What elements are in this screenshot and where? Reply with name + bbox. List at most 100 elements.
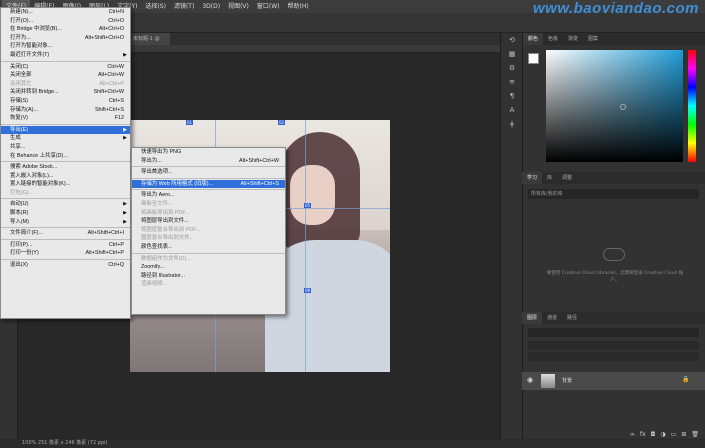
menu-item[interactable]: 关闭并转到 Bridge... Shift+Ctrl+W (1, 88, 130, 97)
menubar-item[interactable]: 3D(D) (198, 0, 224, 13)
link-layers-icon[interactable]: ∞ (630, 431, 635, 438)
menu-item[interactable]: 恢复(V) F12 (1, 114, 130, 123)
visibility-eye-icon[interactable]: ◉ (527, 376, 533, 384)
menu-item-shortcut: Alt+Ctrl+O (98, 26, 124, 33)
menubar-item[interactable]: 视图(V) (224, 0, 253, 13)
menu-item[interactable]: 在 Bridge 中浏览(B)... Alt+Ctrl+O (1, 25, 130, 34)
paragraph-icon[interactable]: ¶ (501, 89, 523, 103)
panel-tab[interactable]: 颜色 (523, 33, 544, 45)
menu-item-shortcut: Ctrl+S (108, 97, 124, 104)
menubar-item[interactable]: 窗口(W) (253, 0, 284, 13)
menu-item[interactable]: 存储为 Web 所用格式 (旧版)... Alt+Shift+Ctrl+S (132, 179, 285, 189)
brush-settings-icon[interactable]: ≋ (501, 75, 523, 89)
menu-item[interactable]: 导出为 Aero... (132, 191, 285, 200)
menu-item[interactable]: 路径到 Illustrator... (132, 272, 285, 281)
menu-item[interactable]: 导出(E) ▶ (1, 125, 130, 135)
menubar-item[interactable]: 帮助(H) (284, 0, 313, 13)
menu-item-label: 将图层复合导出到 PDF... (141, 226, 201, 233)
menu-item[interactable]: 打印一份(Y) Alt+Shift+Ctrl+P (1, 249, 130, 258)
menu-item: 关闭其它 Alt+Ctrl+P (1, 80, 130, 89)
slice-guide-vertical (305, 120, 306, 372)
layer-name: 背景 (562, 378, 573, 384)
menubar-item[interactable]: 选择(S) (141, 0, 170, 13)
menu-item[interactable]: 打印(P)... Ctrl+P (1, 241, 130, 250)
menu-item[interactable]: 生成 ▶ (1, 134, 130, 143)
submenu-arrow-icon: ▶ (123, 201, 127, 208)
panel-tab[interactable]: 通道 (542, 312, 562, 324)
adjustment-icon[interactable]: ◑ (660, 431, 665, 438)
menu-item[interactable]: 置入链接的智能对象(K)... (1, 180, 130, 189)
menu-item[interactable]: 导出为... Alt+Shift+Ctrl+W (132, 157, 285, 166)
menu-item-shortcut: Alt+Shift+Ctrl+O (84, 34, 124, 41)
menu-item[interactable]: 导出首选项... (132, 168, 285, 177)
fx-icon[interactable]: fx (640, 431, 646, 438)
menu-item: 将画板导出到 PDF... (132, 209, 285, 218)
menu-item[interactable]: 搜索 Adobe Stock... (1, 163, 130, 172)
adjust-icon[interactable]: ⚙ (501, 61, 523, 75)
menu-item-label: 导出为 Aero... (141, 192, 175, 199)
menu-item[interactable]: 快速导出为 PNG (132, 148, 285, 157)
libraries-panel-tabs: 学习库调整 (522, 172, 705, 184)
menu-item[interactable]: 新建(N)... Ctrl+N (1, 8, 130, 17)
trash-icon[interactable]: 🗑 (691, 431, 699, 438)
menu-item[interactable]: Zoomify... (132, 263, 285, 272)
mask-icon[interactable]: ◘ (651, 431, 656, 438)
panel-tab[interactable]: 渐变 (563, 33, 583, 45)
character-icon[interactable]: A (501, 103, 523, 117)
panel-tab[interactable]: 图层 (522, 312, 543, 324)
menu-item[interactable]: 颜色查找表... (132, 243, 285, 252)
file-menu: 新建(N)... Ctrl+N 打开(O)... Ctrl+O 在 Bridge 中浏览… (0, 7, 131, 319)
menu-item[interactable]: 关闭(C) Ctrl+W (1, 63, 130, 72)
menu-item[interactable]: 打开为智能对象... (1, 42, 130, 51)
menu-item-shortcut: Alt+Shift+Ctrl+W (239, 157, 279, 164)
menu-item[interactable]: 自动(U) ▶ (1, 200, 130, 209)
menu-item[interactable]: 打开(O)... Ctrl+O (1, 17, 130, 26)
menu-item[interactable]: 最近打开文件(T) ▶ (1, 51, 130, 60)
document-tab[interactable]: 未标题-1 @ (130, 33, 170, 45)
menu-item-shortcut: Ctrl+P (108, 241, 124, 248)
menu-item[interactable]: 脚本(R) ▶ (1, 209, 130, 218)
menu-item[interactable]: 在 Behance 上共享(D)... (1, 152, 130, 161)
lock-bar[interactable] (528, 352, 699, 361)
menu-item-shortcut: F12 (114, 115, 124, 122)
menu-item[interactable]: 导入(M) ▶ (1, 218, 130, 227)
menu-item-label: 文件简介(F)... (10, 230, 43, 237)
menu-item[interactable]: 将图层导出到文件... (132, 217, 285, 226)
library-dropdown[interactable]: 所有库/我的库 (528, 189, 699, 199)
menu-item[interactable]: 打开为... Alt+Shift+Ctrl+O (1, 34, 130, 43)
panel-tab[interactable]: 图案 (583, 33, 603, 45)
color-picker-cursor[interactable] (620, 104, 626, 110)
hue-slider[interactable] (688, 50, 696, 162)
panel-tab[interactable]: 库 (542, 172, 557, 184)
menu-item[interactable]: 退出(X) Ctrl+Q (1, 261, 130, 270)
layer-filter-bar[interactable] (528, 328, 699, 337)
menubar-item[interactable]: 滤镜(T) (170, 0, 198, 13)
foreground-color-swatch[interactable] (528, 53, 539, 64)
menu-item-label: 存储为 Web 所用格式 (旧版)... (141, 180, 214, 187)
panel-tab[interactable]: 路径 (562, 312, 582, 324)
menu-item[interactable]: 关闭全部 Alt+Ctrl+W (1, 71, 130, 80)
menu-item[interactable]: 置入嵌入对象(L)... (1, 172, 130, 181)
library-message: 要使用 Creative Cloud Libraries，您需要登录 Creat… (546, 271, 684, 283)
new-layer-icon[interactable]: ⊞ (681, 431, 686, 438)
menu-item-label: 关闭(C) (10, 63, 29, 70)
group-icon[interactable]: ▭ (671, 431, 677, 438)
menu-item-label: 恢复(V) (10, 115, 28, 122)
panel-tab[interactable]: 学习 (522, 172, 543, 184)
menu-item[interactable]: 文件简介(F)... Alt+Shift+Ctrl+I (1, 229, 130, 238)
menu-item[interactable]: 共享... (1, 143, 130, 152)
menu-item[interactable]: 存储(S) Ctrl+S (1, 97, 130, 106)
properties-icon[interactable]: ▦ (501, 47, 523, 61)
menu-item-label: 打印(P)... (10, 241, 33, 248)
color-picker-field[interactable] (546, 50, 683, 162)
menu-item-label: 在 Bridge 中浏览(B)... (10, 26, 62, 33)
history-icon[interactable]: ⟲ (501, 33, 523, 47)
menu-item-label: 脚本(R) (10, 210, 29, 217)
menu-item[interactable]: 存储为(A)... Shift+Ctrl+S (1, 106, 130, 115)
panel-tab[interactable]: 色板 (543, 33, 563, 45)
panel-tab[interactable]: 调整 (557, 172, 577, 184)
menu-item: 图层复合导出到文件... (132, 234, 285, 243)
menu-item-label: 存储(S) (10, 97, 28, 104)
blend-mode-bar[interactable] (528, 341, 699, 350)
glyphs-icon[interactable]: ǂ (501, 117, 523, 131)
